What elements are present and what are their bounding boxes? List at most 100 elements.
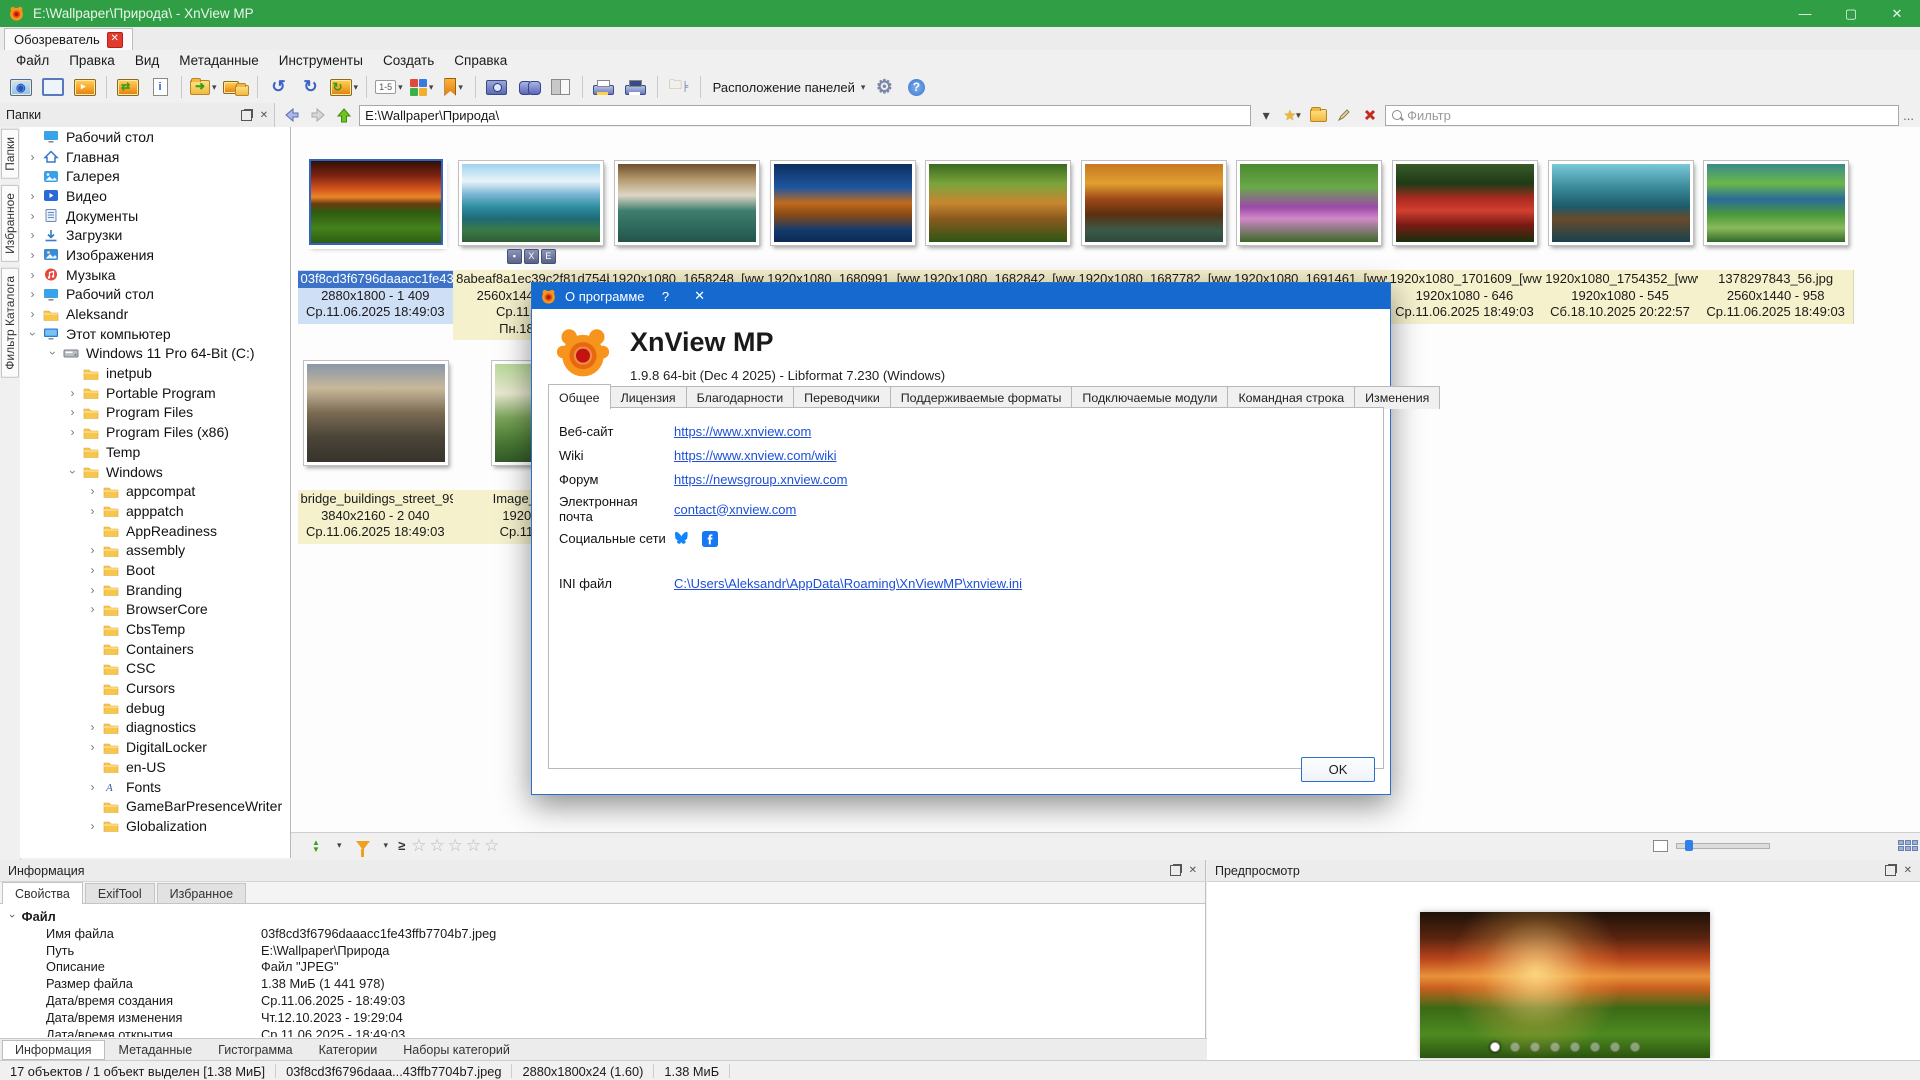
chevron-right-icon[interactable]: › bbox=[24, 268, 41, 282]
tree-item[interactable]: ›DigitalLocker bbox=[20, 737, 290, 757]
chevron-right-icon[interactable]: › bbox=[84, 504, 101, 518]
info-panel-close-icon[interactable]: ✕ bbox=[1189, 865, 1197, 876]
bottom-tab-Наборы категорий[interactable]: Наборы категорий bbox=[391, 1041, 522, 1059]
chevron-right-icon[interactable]: › bbox=[64, 386, 81, 400]
settings-icon[interactable]: ⚙ bbox=[869, 74, 899, 100]
batch-convert-icon[interactable]: ↻▾ bbox=[328, 74, 361, 100]
tree-item[interactable]: Галерея bbox=[20, 166, 290, 186]
tree-item[interactable]: Cursors bbox=[20, 678, 290, 698]
tree-item[interactable]: ›Program Files bbox=[20, 403, 290, 423]
chevron-right-icon[interactable]: › bbox=[84, 583, 101, 597]
dialog-tab-Подключаемые модули[interactable]: Подключаемые модули bbox=[1071, 386, 1228, 409]
help-icon[interactable]: ? bbox=[901, 74, 931, 100]
chevron-right-icon[interactable]: › bbox=[84, 563, 101, 577]
menu-Правка[interactable]: Правка bbox=[59, 51, 125, 70]
maximize-button[interactable]: ▢ bbox=[1828, 0, 1874, 27]
rating-gte-label[interactable]: ≥ bbox=[398, 838, 405, 853]
rotate-left-icon[interactable]: ↺ bbox=[264, 74, 294, 100]
tree-item[interactable]: ›BrowserCore bbox=[20, 600, 290, 620]
open-folder-icon[interactable]: ➜▾ bbox=[188, 74, 219, 100]
scan-icon[interactable] bbox=[621, 74, 651, 100]
view-mode-icon[interactable]: ▾ bbox=[407, 74, 437, 100]
tree-item[interactable]: inetpub bbox=[20, 363, 290, 383]
tab-browser[interactable]: Обозреватель ✕ bbox=[4, 28, 133, 50]
thumbnail-item[interactable]: 1920x1080_1701609_[www....1920x1080 - 64… bbox=[1387, 127, 1543, 340]
delete-icon[interactable] bbox=[1359, 105, 1381, 125]
info-panel-float-icon[interactable] bbox=[1170, 865, 1181, 876]
chevron-right-icon[interactable]: › bbox=[84, 780, 101, 794]
chevron-down-icon[interactable]: › bbox=[64, 465, 81, 479]
folder-tree-icon[interactable]: 🗀╞ bbox=[664, 74, 694, 100]
forward-button[interactable] bbox=[307, 105, 329, 125]
filter-input[interactable]: Фильтр bbox=[1385, 105, 1899, 126]
chevron-right-icon[interactable]: › bbox=[84, 720, 101, 734]
tree-item[interactable]: ›Изображения bbox=[20, 245, 290, 265]
tree-item[interactable]: ›Главная bbox=[20, 147, 290, 167]
bottom-tab-Метаданные[interactable]: Метаданные bbox=[107, 1041, 205, 1059]
menu-Инструменты[interactable]: Инструменты bbox=[269, 51, 373, 70]
carousel-dot[interactable] bbox=[1510, 1042, 1520, 1052]
tree-item[interactable]: AppReadiness bbox=[20, 521, 290, 541]
thumbnail-image[interactable] bbox=[309, 159, 443, 245]
tree-item[interactable]: ›Aleksandr bbox=[20, 304, 290, 324]
preview-image[interactable] bbox=[1420, 912, 1710, 1058]
move-to-folder-icon[interactable] bbox=[221, 74, 251, 100]
info-tab-Избранное[interactable]: Избранное bbox=[157, 883, 246, 903]
dialog-tab-Лицензия[interactable]: Лицензия bbox=[610, 386, 687, 409]
dialog-link[interactable]: contact@xnview.com bbox=[674, 502, 796, 517]
tree-item[interactable]: ›Этот компьютер bbox=[20, 324, 290, 344]
chevron-right-icon[interactable]: › bbox=[24, 189, 41, 203]
print-icon[interactable] bbox=[589, 74, 619, 100]
thumbnail-image[interactable] bbox=[1549, 161, 1693, 245]
tree-item[interactable]: GameBarPresenceWriter bbox=[20, 796, 290, 816]
dialog-link[interactable]: https://www.xnview.com/wiki bbox=[674, 448, 837, 463]
tree-item[interactable]: ›diagnostics bbox=[20, 718, 290, 738]
carousel-dot[interactable] bbox=[1610, 1042, 1620, 1052]
tree-item[interactable]: Рабочий стол bbox=[20, 127, 290, 147]
sort-dropdown-icon[interactable]: ▾ bbox=[337, 840, 342, 851]
panel-close-icon[interactable]: ✕ bbox=[260, 110, 268, 121]
dialog-tab-Переводчики[interactable]: Переводчики bbox=[793, 386, 891, 409]
dialog-close-button[interactable]: ✕ bbox=[687, 288, 713, 304]
dialog-tab-Поддерживаемые форматы[interactable]: Поддерживаемые форматы bbox=[890, 386, 1073, 409]
tree-item[interactable]: debug bbox=[20, 698, 290, 718]
tree-item[interactable]: CbsTemp bbox=[20, 619, 290, 639]
chevron-right-icon[interactable]: › bbox=[84, 543, 101, 557]
dialog-tab-Командная строка[interactable]: Командная строка bbox=[1227, 386, 1355, 409]
dialog-tab-Изменения[interactable]: Изменения bbox=[1354, 386, 1440, 409]
search-icon[interactable] bbox=[514, 74, 544, 100]
tree-item[interactable]: ›Boot bbox=[20, 560, 290, 580]
slideshow-icon[interactable]: ▸ bbox=[70, 74, 100, 100]
chevron-right-icon[interactable]: › bbox=[24, 209, 41, 223]
label-icon[interactable]: ▾ bbox=[439, 74, 469, 100]
side-tab-Избранное[interactable]: Избранное bbox=[1, 185, 19, 262]
bluesky-icon[interactable] bbox=[674, 531, 692, 547]
tree-item[interactable]: Temp bbox=[20, 442, 290, 462]
info-tab-ExifTool[interactable]: ExifTool bbox=[85, 883, 155, 903]
path-dropdown-icon[interactable]: ▾ bbox=[1255, 105, 1277, 125]
tree-item[interactable]: ›Видео bbox=[20, 186, 290, 206]
more-button[interactable]: ... bbox=[1903, 108, 1914, 123]
chevron-right-icon[interactable]: › bbox=[24, 228, 41, 242]
tree-item[interactable]: ›Загрузки bbox=[20, 225, 290, 245]
dialog-link[interactable]: https://www.xnview.com bbox=[674, 424, 811, 439]
close-button[interactable]: ✕ bbox=[1874, 0, 1920, 27]
fullscreen-icon[interactable] bbox=[38, 74, 68, 100]
tree-item[interactable]: ›Branding bbox=[20, 580, 290, 600]
info-icon[interactable]: i bbox=[145, 74, 175, 100]
panels-dropdown[interactable]: Расположение панелей▾ bbox=[707, 74, 868, 100]
chevron-right-icon[interactable]: › bbox=[24, 248, 41, 262]
facebook-icon[interactable] bbox=[702, 531, 718, 547]
panel-float-icon[interactable] bbox=[241, 110, 252, 121]
minimize-button[interactable]: — bbox=[1782, 0, 1828, 27]
tree-item[interactable]: ›Документы bbox=[20, 206, 290, 226]
tree-item[interactable]: en-US bbox=[20, 757, 290, 777]
thumbnail-image[interactable] bbox=[304, 361, 448, 465]
thumbnail-image[interactable] bbox=[1082, 161, 1226, 245]
filter-funnel-icon[interactable] bbox=[348, 833, 378, 859]
chevron-right-icon[interactable]: › bbox=[24, 307, 41, 321]
back-button[interactable] bbox=[281, 105, 303, 125]
thumbnail-image[interactable] bbox=[1393, 161, 1537, 245]
chevron-right-icon[interactable]: › bbox=[84, 819, 101, 833]
menu-Создать[interactable]: Создать bbox=[373, 51, 444, 70]
